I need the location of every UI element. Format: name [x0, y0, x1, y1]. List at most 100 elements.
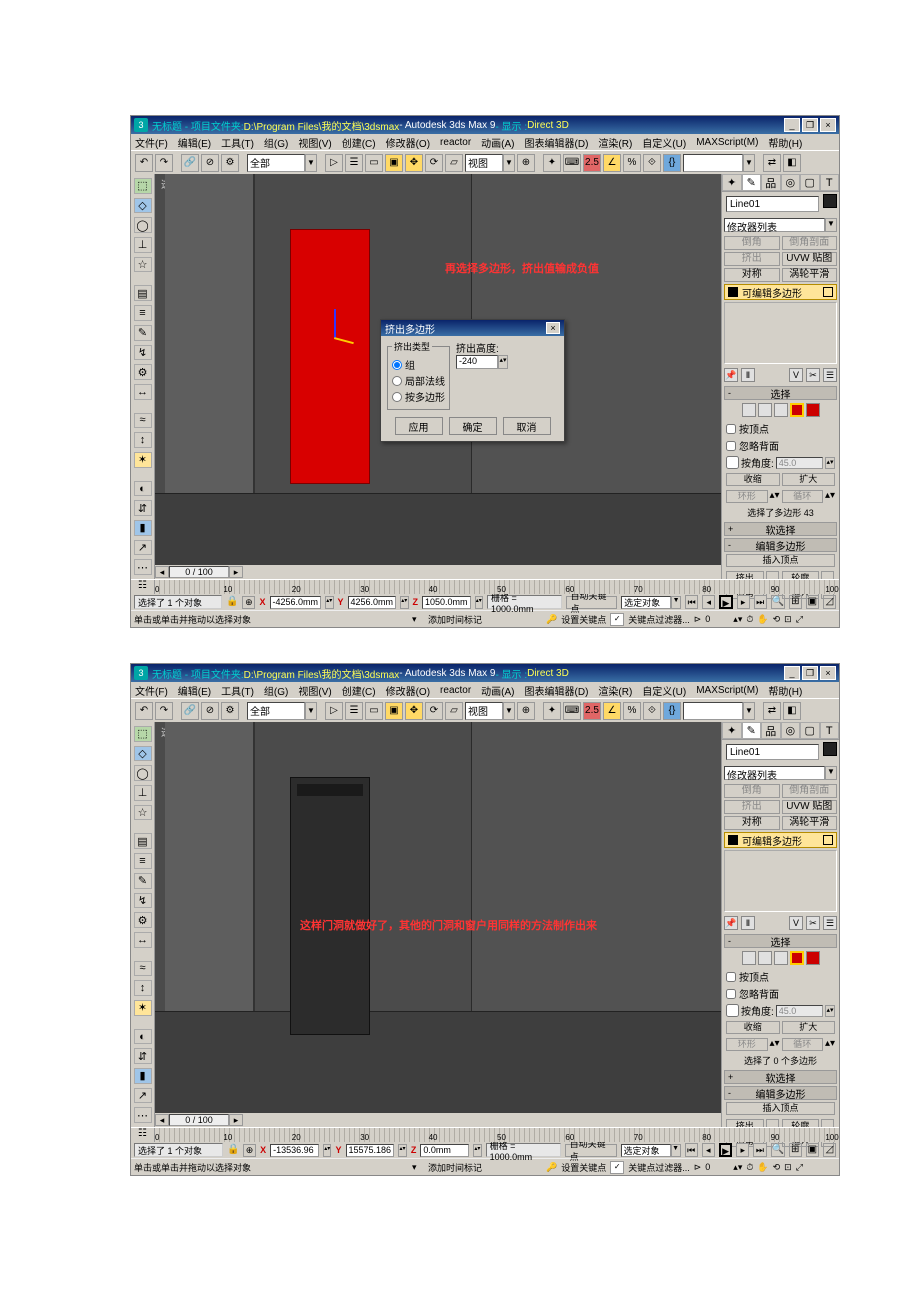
close-button[interactable]: × — [820, 666, 836, 680]
spinner-icon[interactable]: ▴▾ — [475, 596, 483, 609]
reactor-icon[interactable]: ≈ — [134, 413, 152, 429]
keyboard-shortcut-button[interactable]: ⌨ — [563, 154, 581, 172]
make-unique-icon[interactable]: V — [789, 368, 803, 382]
z-coord-field[interactable]: 1050.0mm — [422, 596, 471, 609]
reactor-icon[interactable]: ▮ — [134, 520, 152, 536]
x-coord-field[interactable]: -4256.0mm — [270, 596, 322, 609]
select-button[interactable]: ▷ — [325, 154, 343, 172]
select-manip-button[interactable]: ✦ — [543, 702, 561, 720]
configure-icon[interactable]: ☰ — [823, 916, 837, 930]
reactor-icon[interactable]: ⋯ — [134, 1107, 152, 1123]
menu-file[interactable]: 文件(F) — [135, 135, 168, 150]
add-timetag-button[interactable]: 添加时间标记 — [428, 1161, 508, 1174]
timetag-icon[interactable]: ▾ — [412, 1162, 424, 1173]
coord-toggle[interactable]: ⊕ — [242, 596, 255, 609]
menu-grapheditors[interactable]: 图表编辑器(D) — [525, 683, 589, 698]
snap-toggle-button[interactable]: 2.5 — [583, 702, 601, 720]
modifier-turbosmooth-button[interactable]: 涡轮平滑 — [782, 816, 838, 830]
reactor-icon[interactable]: ☆ — [134, 257, 152, 273]
pivot-button[interactable]: ⊕ — [517, 154, 535, 172]
align-button[interactable]: ◧ — [783, 154, 801, 172]
reactor-icon[interactable]: ▤ — [134, 833, 152, 849]
by-angle-checkbox[interactable] — [726, 456, 739, 469]
modifier-chamfer-button[interactable]: 倒角 — [724, 784, 780, 798]
spinner-snap-button[interactable]: ⟐ — [643, 702, 661, 720]
y-coord-field[interactable]: 15575.186 — [346, 1144, 395, 1157]
reactor-icon[interactable]: ◯ — [134, 217, 152, 233]
tab-create[interactable]: ✦ — [722, 722, 742, 739]
object-color-swatch[interactable] — [823, 742, 837, 756]
subobj-vertex[interactable] — [742, 951, 756, 965]
reactor-icon[interactable]: ▮ — [134, 1068, 152, 1084]
redo-button[interactable]: ↷ — [155, 702, 173, 720]
redo-button[interactable]: ↷ — [155, 154, 173, 172]
reactor-icon[interactable]: ≡ — [134, 305, 152, 321]
close-button[interactable]: × — [820, 118, 836, 132]
dialog-titlebar[interactable]: 挤出多边形 × — [381, 320, 564, 336]
stack-toggle-icon[interactable] — [823, 835, 833, 845]
select-name-button[interactable]: ☰ — [345, 702, 363, 720]
select-name-button[interactable]: ☰ — [345, 154, 363, 172]
spinner-icon[interactable]: ▴▾ — [400, 596, 408, 609]
scroll-right-icon[interactable]: ▸ — [229, 566, 243, 578]
coord-toggle[interactable]: ⊕ — [243, 1144, 256, 1157]
move-button[interactable]: ✥ — [405, 154, 423, 172]
remove-modifier-icon[interactable]: ✂ — [806, 916, 820, 930]
subobj-border[interactable] — [774, 951, 788, 965]
viewport-perspective[interactable]: 透视 再选择多边形，挤出值输成负值 挤出多边形 × 挤出类型 组 — [155, 174, 721, 579]
link-button[interactable]: 🔗 — [181, 702, 199, 720]
lock-icon[interactable]: 🔒 — [227, 1144, 239, 1156]
modifier-uvw-button[interactable]: UVW 贴图 — [782, 800, 838, 814]
refcoord-dropdown[interactable]: 视图▼ — [465, 702, 515, 720]
named-selection-button[interactable]: {} — [663, 702, 681, 720]
menu-edit[interactable]: 编辑(E) — [178, 683, 211, 698]
by-vertex-checkbox[interactable] — [726, 424, 736, 434]
loop-button[interactable]: 循环 — [782, 490, 824, 503]
configure-icon[interactable]: ☰ — [823, 368, 837, 382]
dialog-close-button[interactable]: × — [546, 322, 560, 334]
reactor-icon[interactable]: ◇ — [134, 198, 152, 214]
object-name-field[interactable]: Line01 — [726, 196, 819, 212]
menu-group[interactable]: 组(G) — [264, 135, 288, 150]
modifier-turbosmooth-button[interactable]: 涡轮平滑 — [782, 268, 838, 282]
zoom-icon[interactable]: 🔍 — [771, 595, 785, 609]
transform-gizmo[interactable] — [325, 309, 355, 339]
remove-modifier-icon[interactable]: ✂ — [806, 368, 820, 382]
viewport-scrollbar[interactable]: ◂ 0 / 100 ▸ — [155, 1113, 721, 1127]
reactor-icon[interactable]: ✎ — [134, 873, 152, 889]
fov-icon[interactable]: ◿ — [823, 1143, 836, 1157]
reactor-icon[interactable]: ↕ — [134, 432, 152, 448]
selection-filter[interactable]: 全部▼ — [247, 702, 317, 720]
tab-modify[interactable]: ✎ — [742, 174, 762, 191]
reactor-icon[interactable]: ≈ — [134, 961, 152, 977]
tab-motion[interactable]: ◎ — [781, 174, 801, 191]
menu-grapheditors[interactable]: 图表编辑器(D) — [525, 135, 589, 150]
goto-end-button[interactable]: ⏭ — [754, 595, 767, 609]
pivot-button[interactable]: ⊕ — [517, 702, 535, 720]
reactor-icon[interactable]: ⚙ — [134, 912, 152, 928]
rotate-button[interactable]: ⟳ — [425, 154, 443, 172]
viewport-perspective[interactable]: 透视 这样门洞就做好了，其他的门洞和窗户用同样的方法制作出来 ◂ 0 / 100… — [155, 722, 721, 1127]
timeline-ruler[interactable]: ☷ 0 10 20 30 40 50 60 70 80 90 100 — [131, 1127, 839, 1141]
x-coord-field[interactable]: -13536.96 — [270, 1144, 319, 1157]
y-coord-field[interactable]: 4256.0mm — [348, 596, 397, 609]
rollout-selection[interactable]: -选择 — [724, 386, 837, 400]
align-button[interactable]: ◧ — [783, 702, 801, 720]
shrink-button[interactable]: 收缩 — [726, 1021, 780, 1034]
spinner-icon[interactable]: ▴▾ — [825, 490, 835, 503]
menu-reactor[interactable]: reactor — [440, 137, 471, 148]
pan-icon[interactable]: ✋ — [757, 614, 768, 625]
menu-help[interactable]: 帮助(H) — [768, 683, 802, 698]
angle-snap-button[interactable]: ∠ — [603, 702, 621, 720]
scroll-left-icon[interactable]: ◂ — [155, 1114, 169, 1126]
reactor-icon[interactable]: ↕ — [134, 980, 152, 996]
timeline-ruler[interactable]: ☷ 0 10 20 30 40 50 60 70 80 90 100 — [131, 579, 839, 593]
rollout-editpolygons[interactable]: -编辑多边形 — [724, 1086, 837, 1100]
zoom-extents-icon[interactable]: ▣ — [806, 595, 819, 609]
select-button[interactable]: ▷ — [325, 702, 343, 720]
maximize-viewport-icon[interactable]: ⊡ — [784, 614, 792, 625]
link-button[interactable]: 🔗 — [181, 154, 199, 172]
menu-modifiers[interactable]: 修改器(O) — [386, 135, 430, 150]
menu-maxscript[interactable]: MAXScript(M) — [696, 685, 758, 696]
current-frame-field[interactable]: 0 — [705, 614, 729, 624]
